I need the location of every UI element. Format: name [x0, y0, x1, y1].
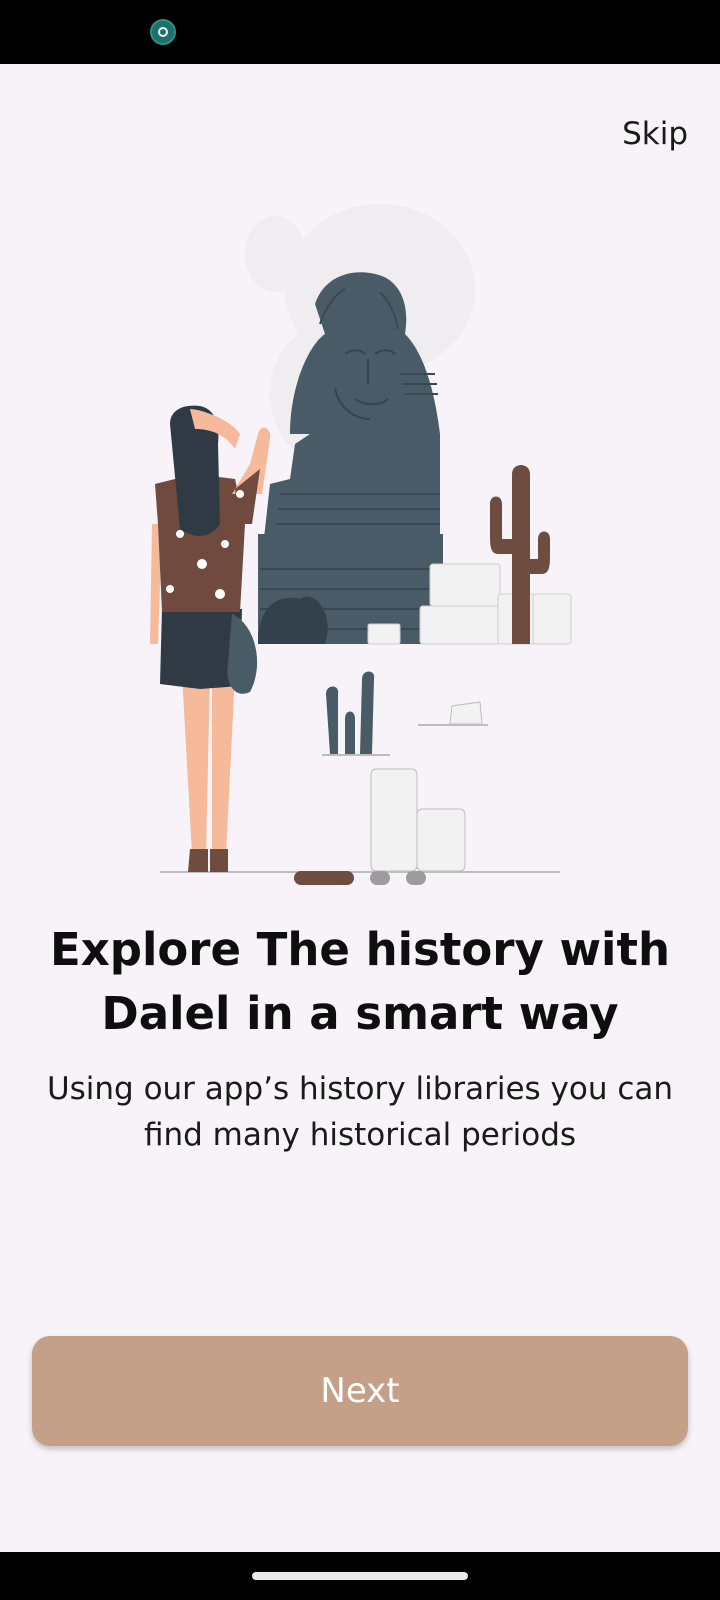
next-button[interactable]: Next: [32, 1336, 688, 1446]
onboarding-screen: Skip Explore The history with Dalel in a…: [0, 64, 720, 1552]
home-gesture-bar[interactable]: [252, 1572, 468, 1580]
status-bar: [0, 0, 720, 64]
page-dot-active: [294, 871, 354, 885]
app-notification-icon: [150, 19, 176, 45]
skip-button[interactable]: Skip: [622, 116, 688, 152]
page-dot: [370, 871, 390, 885]
onboarding-title: Explore The history with Dalel in a smar…: [49, 923, 671, 1040]
system-navigation-bar: [0, 1552, 720, 1600]
onboarding-subtitle: Using our app’s history libraries you ca…: [46, 1071, 674, 1153]
page-dot: [406, 871, 426, 885]
page-indicator: [0, 871, 720, 885]
traveler-sphinx-illustration: [150, 204, 572, 873]
